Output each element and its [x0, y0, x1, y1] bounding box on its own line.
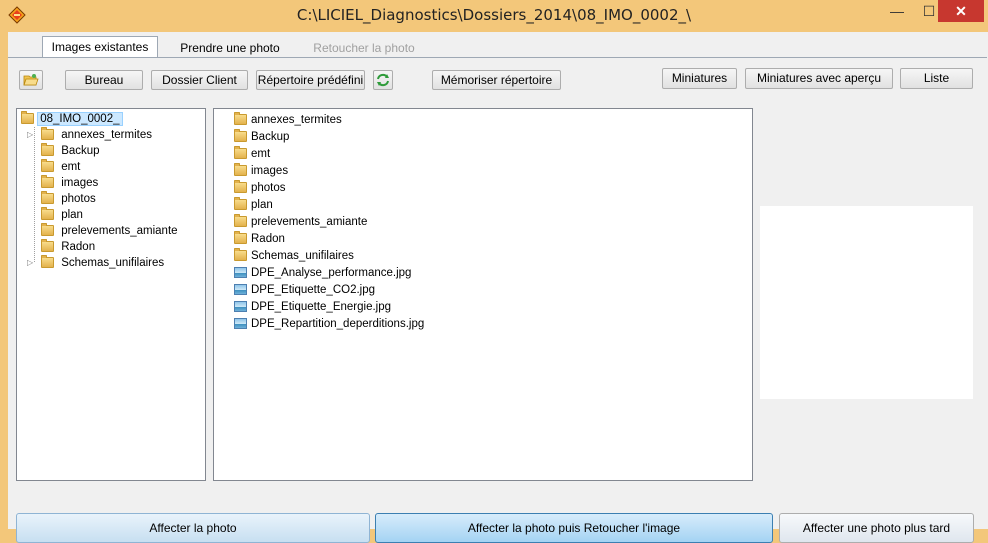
file-list[interactable]: annexes_termites Backup emt images photo…: [213, 108, 753, 481]
tab-page-images-existantes: Bureau Dossier Client Répertoire prédéfi…: [8, 57, 987, 543]
folder-icon: [41, 143, 54, 156]
list-item-label: DPE_Repartition_deperditions.jpg: [251, 318, 425, 330]
window-title: C:\LICIEL_Diagnostics\Dossiers_2014\08_I…: [296, 6, 692, 24]
tree-item-label: emt: [61, 161, 81, 173]
affecter-photo-button[interactable]: Affecter la photo: [16, 513, 370, 543]
tree-item-label: images: [61, 177, 99, 189]
tree-item[interactable]: emt: [27, 159, 80, 175]
folder-icon: [41, 191, 54, 204]
folder-open-icon: [23, 74, 39, 86]
tree-item[interactable]: ▷ annexes_termites: [27, 127, 152, 143]
folder-icon: [41, 223, 54, 236]
list-item[interactable]: Schemas_unifilaires: [234, 248, 354, 265]
list-item[interactable]: DPE_Repartition_deperditions.jpg: [234, 316, 424, 333]
tree-item[interactable]: images: [27, 175, 98, 191]
tree-item-label: Radon: [61, 241, 96, 253]
repertoire-predefini-button[interactable]: Répertoire prédéfini: [256, 70, 365, 90]
tree-item[interactable]: prelevements_amiante: [27, 223, 178, 239]
miniatures-avec-apercu-button[interactable]: Miniatures avec aperçu: [745, 68, 893, 89]
list-item-label: images: [251, 165, 289, 177]
affecter-plus-tard-button[interactable]: Affecter une photo plus tard: [779, 513, 974, 543]
list-item-label: Backup: [251, 131, 290, 143]
image-file-icon: [234, 318, 247, 329]
bureau-button[interactable]: Bureau: [65, 70, 143, 90]
tree-item[interactable]: plan: [27, 207, 83, 223]
folder-icon: [234, 146, 247, 159]
list-item-label: prelevements_amiante: [251, 216, 368, 228]
tree-item[interactable]: ▷ Schemas_unifilaires: [27, 255, 164, 271]
tree-item[interactable]: photos: [27, 191, 96, 207]
folder-icon: [41, 239, 54, 252]
image-file-icon: [234, 267, 247, 278]
list-item[interactable]: Backup: [234, 129, 289, 146]
liste-button[interactable]: Liste: [900, 68, 973, 89]
affecter-retoucher-button[interactable]: Affecter la photo puis Retoucher l'image: [375, 513, 773, 543]
list-item-label: DPE_Etiquette_Energie.jpg: [251, 301, 392, 313]
dossier-client-button[interactable]: Dossier Client: [151, 70, 248, 90]
tree-item-label: annexes_termites: [61, 129, 152, 141]
folder-icon: [234, 197, 247, 210]
title-bar: C:\LICIEL_Diagnostics\Dossiers_2014\08_I…: [0, 0, 988, 32]
memoriser-repertoire-button[interactable]: Mémoriser répertoire: [432, 70, 561, 90]
folder-icon: [234, 248, 247, 261]
tree-root-label: 08_IMO_0002_: [37, 112, 123, 126]
list-item-label: DPE_Analyse_performance.jpg: [251, 267, 412, 279]
tab-retoucher-la-photo: Retoucher la photo: [313, 41, 415, 55]
folder-icon: [234, 180, 247, 193]
tree-item-label: plan: [61, 209, 83, 221]
list-item[interactable]: DPE_Etiquette_Energie.jpg: [234, 299, 391, 316]
list-item[interactable]: prelevements_amiante: [234, 214, 367, 231]
folder-icon: [234, 129, 247, 142]
open-folder-button[interactable]: [19, 70, 43, 90]
tree-item-label: Schemas_unifilaires: [61, 257, 165, 269]
list-item-label: annexes_termites: [251, 114, 342, 126]
list-item-label: emt: [251, 148, 271, 160]
tree-item-label: Backup: [61, 145, 100, 157]
image-file-icon: [234, 284, 247, 295]
tab-images-existantes[interactable]: Images existantes: [42, 36, 158, 59]
folder-icon: [234, 112, 247, 125]
folder-icon: [234, 163, 247, 176]
list-item[interactable]: DPE_Etiquette_CO2.jpg: [234, 282, 375, 299]
refresh-button[interactable]: [373, 70, 393, 90]
list-item[interactable]: annexes_termites: [234, 112, 342, 129]
tree-root[interactable]: 08_IMO_0002_: [21, 111, 123, 127]
tree-item[interactable]: Backup: [27, 143, 100, 159]
list-item[interactable]: DPE_Analyse_performance.jpg: [234, 265, 411, 282]
minimize-button[interactable]: —: [880, 0, 914, 22]
close-button[interactable]: ✕: [938, 0, 984, 22]
list-item-label: Schemas_unifilaires: [251, 250, 354, 262]
list-item-label: Radon: [251, 233, 285, 245]
refresh-icon: [377, 73, 389, 87]
expand-arrow-icon[interactable]: ▷: [27, 127, 33, 143]
tab-strip: Images existantes Prendre une photo Reto…: [8, 32, 988, 59]
list-item[interactable]: emt: [234, 146, 270, 163]
folder-icon: [41, 159, 54, 172]
tab-prendre-une-photo[interactable]: Prendre une photo: [174, 38, 286, 58]
list-item-label: DPE_Etiquette_CO2.jpg: [251, 284, 376, 296]
expand-arrow-icon[interactable]: ▷: [27, 255, 33, 271]
list-item[interactable]: photos: [234, 180, 286, 197]
folder-icon: [41, 175, 54, 188]
list-item[interactable]: Radon: [234, 231, 285, 248]
folder-icon: [41, 207, 54, 220]
folder-tree[interactable]: 08_IMO_0002_ ▷ annexes_termites Backup e…: [16, 108, 206, 481]
folder-icon: [234, 231, 247, 244]
image-preview: [760, 206, 973, 399]
folder-icon: [41, 255, 54, 268]
list-item-label: photos: [251, 182, 286, 194]
tree-item-label: prelevements_amiante: [61, 225, 178, 237]
list-item-label: plan: [251, 199, 273, 211]
list-item[interactable]: images: [234, 163, 288, 180]
tree-item-label: photos: [61, 193, 96, 205]
client-area: Images existantes Prendre une photo Reto…: [8, 32, 988, 543]
miniatures-button[interactable]: Miniatures: [662, 68, 737, 89]
tree-item[interactable]: Radon: [27, 239, 95, 255]
folder-icon: [41, 127, 54, 140]
folder-icon: [234, 214, 247, 227]
image-file-icon: [234, 301, 247, 312]
folder-icon: [21, 111, 34, 124]
list-item[interactable]: plan: [234, 197, 273, 214]
